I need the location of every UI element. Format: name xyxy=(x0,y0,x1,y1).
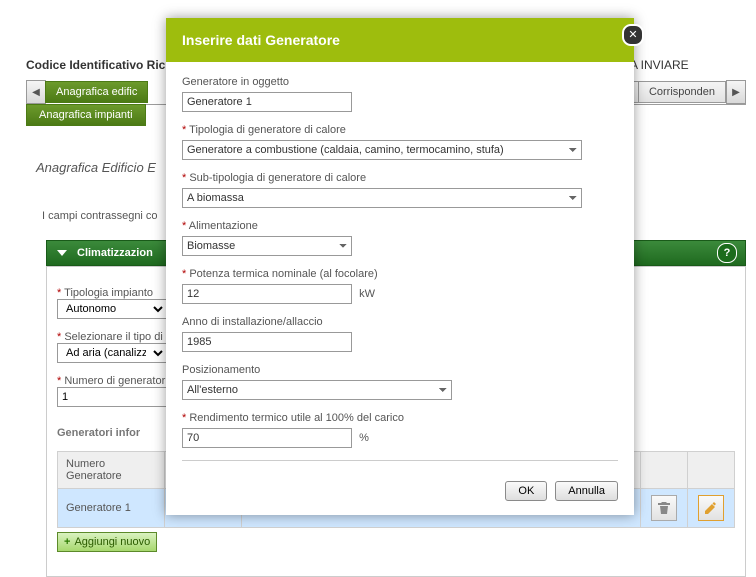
modal-close-button[interactable]: ✕ xyxy=(622,24,644,46)
select-alimentazione[interactable]: Biomasse xyxy=(182,236,352,256)
label-potenza: Potenza termica nominale (al focolare) xyxy=(182,268,618,280)
select-tipologia-generatore[interactable]: Generatore a combustione (caldaia, camin… xyxy=(182,140,582,160)
label-tipologia-generatore: Tipologia di generatore di calore xyxy=(182,124,618,136)
modal-inserire-generatore: ✕ Inserire dati Generatore Generatore in… xyxy=(166,18,634,515)
select-posizionamento[interactable]: All'esterno xyxy=(182,380,452,400)
label-rendimento: Rendimento termico utile al 100% del car… xyxy=(182,412,618,424)
ok-button[interactable]: OK xyxy=(505,481,547,501)
input-anno[interactable] xyxy=(182,332,352,352)
label-anno: Anno di installazione/allaccio xyxy=(182,316,618,328)
close-icon: ✕ xyxy=(628,30,637,41)
unit-potenza: kW xyxy=(359,288,375,300)
label-posizionamento: Posizionamento xyxy=(182,364,618,376)
select-subtipologia[interactable]: A biomassa xyxy=(182,188,582,208)
unit-rendimento: % xyxy=(359,432,369,444)
input-rendimento[interactable] xyxy=(182,428,352,448)
cancel-button[interactable]: Annulla xyxy=(555,481,618,501)
label-alimentazione: Alimentazione xyxy=(182,220,618,232)
label-subtipologia: Sub-tipologia di generatore di calore xyxy=(182,172,618,184)
input-generatore-oggetto[interactable] xyxy=(182,92,352,112)
label-generatore-oggetto: Generatore in oggetto xyxy=(182,76,618,88)
input-potenza[interactable] xyxy=(182,284,352,304)
modal-title: Inserire dati Generatore xyxy=(166,18,634,62)
